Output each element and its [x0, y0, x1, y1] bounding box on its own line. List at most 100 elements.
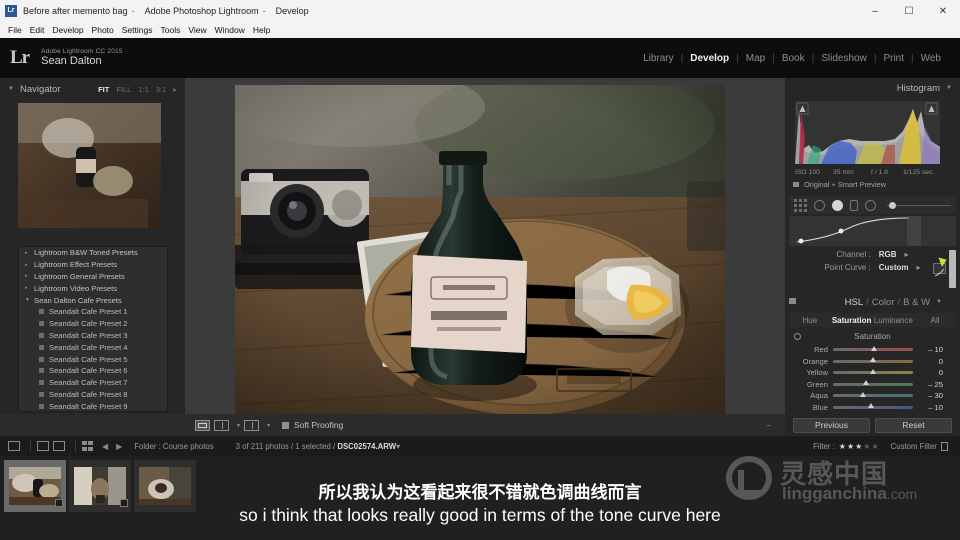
star-icon[interactable]: ★ — [855, 442, 862, 451]
hsl-tab-color[interactable]: Color — [872, 297, 895, 308]
menu-window[interactable]: Window — [211, 22, 249, 38]
star-icon[interactable]: ★ — [863, 442, 870, 451]
star-icon[interactable]: ★ — [839, 442, 846, 451]
filter-switch-icon[interactable] — [941, 441, 948, 451]
minimize-button[interactable]: – — [858, 0, 892, 22]
module-web[interactable]: Web — [914, 53, 948, 64]
star-icon[interactable]: ★ — [871, 442, 878, 451]
hsl-tab-bw[interactable]: B & W — [903, 297, 930, 308]
menu-develop[interactable]: Develop — [48, 22, 87, 38]
preset-group-triangle-icon[interactable]: ▸ — [25, 262, 34, 268]
menu-settings[interactable]: Settings — [118, 22, 157, 38]
zoom-fit[interactable]: FIT — [98, 85, 109, 94]
list-item[interactable]: Seandalt Cafe Preset 9 — [19, 400, 167, 411]
slider-track[interactable] — [833, 391, 913, 398]
tab-all[interactable]: All — [914, 316, 956, 325]
slider-track[interactable] — [833, 357, 913, 363]
navigator-disclosure-triangle-icon[interactable]: ▼ — [8, 86, 14, 92]
preset-group-video[interactable]: ▸ Lightroom Video Presets — [19, 282, 167, 294]
slider-thumb[interactable] — [869, 357, 876, 363]
develop-photo[interactable] — [235, 85, 725, 415]
list-item[interactable]: Seandalt Cafe Preset 1 — [19, 306, 167, 318]
preset-group-sean-dalton-cafe[interactable]: ▼ Sean Dalton Cafe Presets — [19, 294, 167, 306]
menu-file[interactable]: File — [4, 22, 26, 38]
slider-row-orange[interactable]: Orange 0 — [789, 356, 956, 368]
list-item[interactable]: Seandalt Cafe Preset 3 — [19, 330, 167, 342]
adjustment-brush-slider[interactable] — [887, 201, 951, 209]
slider-thumb[interactable] — [869, 368, 876, 374]
soft-proofing-checkbox[interactable] — [282, 421, 290, 429]
navigator-header[interactable]: ▼ Navigator FIT FILL 1:1 3:1 ▸ — [0, 78, 185, 100]
zoom-more-icon[interactable]: ▸ — [173, 85, 177, 94]
lightroom-logo[interactable]: Lr — [10, 47, 30, 69]
tab-saturation[interactable]: Saturation — [831, 316, 873, 325]
hsl-disclosure-triangle-icon[interactable]: ▼ — [936, 299, 942, 305]
slider-value[interactable]: 0 — [913, 368, 949, 377]
module-map[interactable]: Map — [739, 53, 772, 64]
second-monitor-icon[interactable] — [37, 441, 49, 451]
slider-track[interactable] — [833, 368, 913, 375]
slider-value[interactable]: – 25 — [913, 380, 949, 389]
spot-removal-icon[interactable] — [814, 199, 825, 211]
list-item[interactable]: Seandalt Cafe Preset 8 — [19, 389, 167, 401]
presets-panel[interactable]: ▸ Lightroom B&W Toned Presets ▸ Lightroo… — [18, 246, 168, 412]
compare-view-icon[interactable] — [214, 419, 229, 431]
slider-row-blue[interactable]: Blue – 10 — [789, 402, 956, 414]
tone-curve-graph[interactable] — [789, 216, 956, 246]
folder-label[interactable]: Folder : Course photos — [134, 442, 213, 451]
slider-row-aqua[interactable]: Aqua – 30 — [789, 390, 956, 402]
slider-track[interactable] — [833, 345, 913, 352]
module-library[interactable]: Library — [636, 53, 681, 64]
compare-view-caret-icon[interactable]: ▾ — [237, 422, 240, 429]
slider-track[interactable] — [833, 403, 913, 409]
menu-photo[interactable]: Photo — [88, 22, 118, 38]
histogram-header[interactable]: Histogram ▼ — [785, 78, 960, 98]
point-curve-caret-icon[interactable]: ▸ — [917, 263, 921, 272]
preset-group-effect[interactable]: ▸ Lightroom Effect Presets — [19, 259, 167, 271]
crop-grid-icon[interactable] — [794, 198, 807, 212]
slider-thumb[interactable] — [868, 403, 875, 409]
preset-group-triangle-icon[interactable]: ▸ — [25, 285, 34, 291]
slider-row-yellow[interactable]: Yellow 0 — [789, 367, 956, 379]
slider-value[interactable]: 0 — [913, 357, 949, 366]
preset-group-general[interactable]: ▸ Lightroom General Presets — [19, 271, 167, 283]
slider-row-green[interactable]: Green – 25 — [789, 379, 956, 391]
list-item[interactable]: Seandalt Cafe Preset 5 — [19, 353, 167, 365]
right-panel-scrollbar[interactable] — [949, 250, 956, 288]
navigator-preview[interactable] — [18, 103, 161, 228]
channel-caret-icon[interactable]: ▸ — [905, 250, 909, 259]
histogram-disclosure-triangle-icon[interactable]: ▼ — [946, 85, 952, 91]
red-eye-icon[interactable] — [832, 199, 843, 211]
list-item[interactable]: Seandalt Cafe Preset 2 — [19, 318, 167, 330]
graduated-filter-icon[interactable] — [850, 199, 858, 211]
custom-filter-dropdown[interactable]: Custom Filter — [891, 442, 937, 451]
preset-group-triangle-icon[interactable]: ▸ — [25, 273, 34, 279]
thumbnail-grid-icon[interactable] — [82, 441, 94, 451]
tab-luminance[interactable]: Luminance — [873, 316, 915, 325]
slider-thumb[interactable] — [860, 391, 867, 397]
hsl-tab-hsl[interactable]: HSL — [845, 297, 863, 308]
preset-group-triangle-icon[interactable]: ▼ — [25, 297, 34, 303]
slider-thumb[interactable] — [863, 380, 870, 386]
rating-filter-stars[interactable]: ★ ★ ★ ★ ★ — [839, 442, 879, 451]
star-icon[interactable]: ★ — [847, 442, 854, 451]
menu-view[interactable]: View — [184, 22, 210, 38]
slider-track[interactable] — [833, 380, 913, 386]
menu-tools[interactable]: Tools — [156, 22, 184, 38]
survey-view-icon[interactable] — [244, 419, 260, 431]
histogram-graph[interactable] — [795, 101, 940, 164]
preset-group-bw-toned[interactable]: ▸ Lightroom B&W Toned Presets — [19, 247, 167, 259]
current-filename[interactable]: DSC02574.ARW — [337, 442, 396, 451]
toolbar-collapse-icon[interactable]: – — [767, 421, 775, 430]
maximize-button[interactable]: ☐ — [892, 0, 926, 22]
tone-curve-channel-row[interactable]: Channel : RGB ▸ — [789, 248, 956, 261]
soft-proofing-label[interactable]: Soft Proofing — [294, 420, 343, 430]
zoom-1-1[interactable]: 1:1 — [138, 85, 148, 94]
zoom-fill[interactable]: FILL — [116, 85, 131, 94]
next-photo-arrow-icon[interactable]: ▶ — [116, 442, 122, 451]
preset-group-triangle-icon[interactable]: ▸ — [25, 250, 34, 256]
tab-hue[interactable]: Hue — [789, 316, 831, 325]
list-item[interactable]: Seandalt Cafe Preset 7 — [19, 377, 167, 389]
loupe-view-icon[interactable] — [195, 419, 210, 431]
zoom-3-1[interactable]: 3:1 — [156, 85, 166, 94]
